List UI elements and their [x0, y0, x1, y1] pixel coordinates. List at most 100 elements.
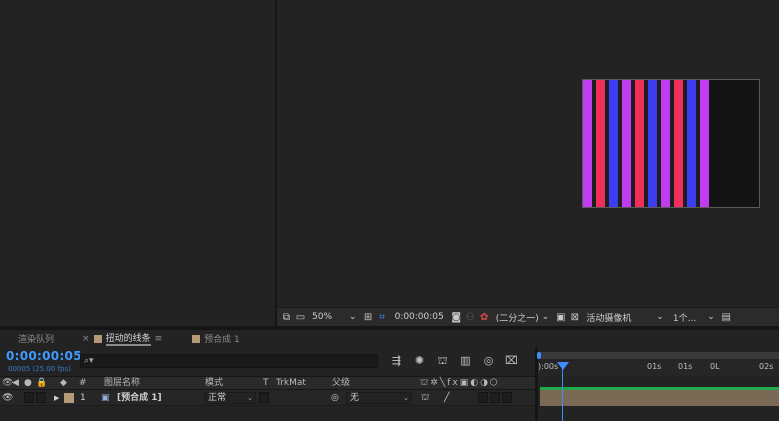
camera-value: 活动摄像机	[586, 313, 632, 324]
layer-index: 1	[80, 393, 86, 403]
frame-rate-display: 00005 (25.00 fps)	[8, 365, 71, 373]
mode-value: 正常	[208, 393, 227, 403]
ruler-tick-label: ):00s	[538, 362, 559, 371]
viewer-timecode[interactable]: 0:00:00:05	[395, 312, 444, 322]
stripe-shape	[583, 80, 592, 207]
solo-toggle[interactable]	[24, 392, 34, 403]
graph-editor-icon[interactable]: ⌧	[505, 354, 518, 367]
playhead-handle[interactable]	[557, 362, 569, 370]
layer-label-color[interactable]	[64, 393, 74, 403]
lock-icon[interactable]: 🔒	[36, 377, 47, 389]
expand-arrow-icon[interactable]: ▶	[54, 391, 59, 405]
shy-layers-icon[interactable]: ⛫	[436, 354, 449, 367]
chevron-down-icon: ⌄	[247, 394, 253, 402]
stripe-shape	[622, 80, 631, 207]
layer-column-header: 👁 ◀ ● 🔒 ◆ # 图层名称 模式 T TrkMat 父级 ⛫✲╲fx▣◐◑…	[0, 376, 535, 390]
stripe-shape	[609, 80, 618, 207]
eye-icon[interactable]: 👁	[2, 391, 13, 405]
chevron-down-icon: ⌄	[403, 394, 409, 402]
tab-label: 渲染队列	[18, 335, 55, 345]
chevron-down-icon: ⌄	[707, 312, 715, 322]
camera-dropdown[interactable]: 活动摄像机 ⌄	[583, 311, 667, 324]
label-icon[interactable]: ◆	[60, 377, 67, 389]
stripe-shape	[661, 80, 670, 207]
precomp-icon: ▣	[101, 393, 110, 403]
frame-blending-icon[interactable]: ▥	[459, 354, 472, 367]
views-dropdown[interactable]: 1个... ⌄	[670, 311, 718, 324]
stripe-shape	[635, 80, 644, 207]
stripe-shape	[648, 80, 657, 207]
composition-frame	[582, 79, 760, 208]
audio-icon[interactable]: ◀	[12, 377, 19, 389]
search-icon: ⌕▾	[84, 356, 94, 366]
layer-duration-bar[interactable]	[540, 390, 779, 406]
tab-precomp[interactable]: 预合成 1	[170, 330, 248, 347]
transparency-grid-icon[interactable]: ⊠	[569, 312, 580, 323]
stripe-shape	[700, 80, 709, 207]
color-channels-icon[interactable]: ✿	[479, 312, 490, 323]
solo-icon[interactable]: ●	[24, 377, 32, 389]
chevron-down-icon: ⌄	[541, 312, 550, 322]
viewer-toolbar: ⧉ ▭ 50% ⌄ ⊞ ⌗ 0:00:00:05 ◙ ⚇ ✿ (二分之一) ⌄ …	[277, 307, 779, 326]
stripe-shape	[674, 80, 683, 207]
comp-color-swatch	[93, 334, 102, 343]
zoom-dropdown[interactable]: 50% ⌄	[309, 312, 360, 322]
mask-visibility-icon[interactable]: ⌗	[377, 312, 388, 323]
quality-switch-icon[interactable]: ╱	[444, 391, 449, 405]
region-of-interest-icon[interactable]: ▣	[555, 312, 566, 323]
3d-layer-toggle[interactable]	[502, 392, 512, 403]
mode-dropdown[interactable]: 正常 ⌄	[204, 392, 256, 404]
parent-dropdown[interactable]: 无 ⌄	[346, 392, 412, 404]
time-navigator[interactable]	[540, 352, 779, 359]
comp-flowchart-icon[interactable]: ⇶	[390, 354, 403, 367]
layer-name[interactable]: [预合成 1]	[117, 391, 162, 405]
lock-toggle[interactable]	[36, 392, 46, 403]
stripe-shape	[687, 80, 696, 207]
ruler-tick-label: 01s	[647, 362, 662, 371]
column-t[interactable]: T	[263, 377, 269, 389]
toggle-guides-icon[interactable]: ⊞	[363, 312, 374, 323]
resolution-dropdown[interactable]: (二分之一) ⌄	[493, 311, 553, 324]
parent-value: 无	[350, 393, 360, 403]
column-mode[interactable]: 模式	[205, 377, 223, 389]
view-options-icon[interactable]: ▤	[721, 312, 732, 323]
column-trkmat[interactable]: TrkMat	[276, 377, 306, 389]
chevron-down-icon: ⌄	[349, 312, 357, 322]
motion-blur-toggle[interactable]	[478, 392, 488, 403]
show-snapshot-icon[interactable]: ⚇	[465, 312, 476, 323]
timeline-tabbar: 渲染队列 × 扭动的线条 ≡ 预合成 1	[0, 330, 779, 347]
comp-color-swatch	[192, 334, 201, 343]
preserve-transparency-toggle[interactable]	[259, 392, 269, 403]
tab-active-comp[interactable]: 扭动的线条 ≡	[92, 330, 171, 347]
table-row[interactable]: 👁 ▶ 1 ▣ [预合成 1] 正常 ⌄ ◎ 无 ⌄ ⛫ ╱	[0, 390, 535, 406]
column-parent[interactable]: 父级	[332, 377, 350, 389]
menu-icon[interactable]: ≡	[155, 334, 163, 344]
tab-render-queue[interactable]: 渲染队列	[0, 330, 62, 347]
project-panel	[0, 0, 275, 307]
playhead-line	[562, 362, 563, 421]
column-layer-name[interactable]: 图层名称	[104, 377, 140, 389]
switches-icons[interactable]: ⛫✲╲fx▣◐◑⬡	[420, 377, 500, 389]
adjustment-toggle[interactable]	[490, 392, 500, 403]
layer-search-input[interactable]: ⌕▾	[80, 354, 378, 368]
views-value: 1个...	[672, 313, 697, 324]
draft-3d-icon[interactable]: ✺	[413, 354, 426, 367]
motion-blur-icon[interactable]: ◎	[482, 354, 495, 367]
ruler-tick-label: 0L	[710, 362, 720, 371]
monitor-icon[interactable]: ▭	[295, 312, 306, 323]
column-hash[interactable]: #	[79, 377, 87, 389]
camera-snapshot-icon[interactable]: ◙	[451, 312, 462, 323]
current-time-display[interactable]: 0:00:00:05	[6, 349, 82, 363]
ruler-tick-label: 01s	[678, 362, 693, 371]
time-ruler[interactable]: ):00s 01s 01s 0L 02s	[538, 361, 779, 376]
stripe-shape	[596, 80, 605, 207]
tab-label: 扭动的线条	[105, 331, 151, 346]
navigator-start-handle[interactable]	[537, 352, 541, 359]
always-preview-icon[interactable]: ⧉	[281, 312, 292, 323]
shy-switch-icon[interactable]: ⛫	[421, 391, 429, 405]
tab-label: 预合成 1	[204, 335, 240, 345]
chevron-down-icon: ⌄	[656, 312, 664, 322]
close-icon[interactable]: ×	[62, 330, 92, 347]
pick-whip-icon[interactable]: ◎	[331, 391, 339, 405]
resolution-value: (二分之一)	[495, 313, 539, 324]
